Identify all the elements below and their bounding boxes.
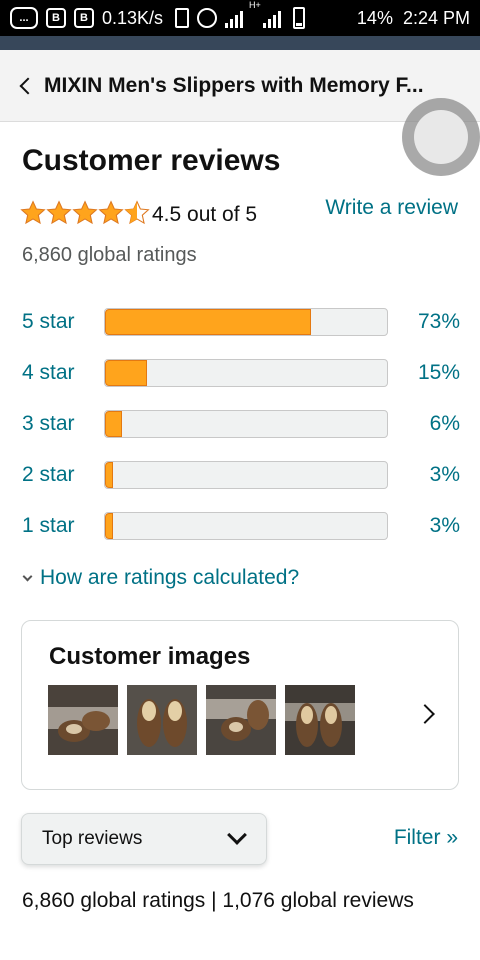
back-chevron-icon[interactable] xyxy=(19,77,37,94)
rating-text: 4.5 out of 5 xyxy=(152,203,258,226)
network-type: H+ xyxy=(249,0,261,10)
histogram-row-4-star[interactable]: 4 star 15% xyxy=(22,358,460,388)
histogram-label[interactable]: 2 star xyxy=(22,463,104,487)
histogram-percent[interactable]: 6% xyxy=(430,412,460,436)
slipper-photo-icon xyxy=(206,685,276,755)
sort-selected-value[interactable]: Top reviews xyxy=(42,828,142,850)
customer-images-thumbnails xyxy=(48,685,355,755)
product-header[interactable]: MIXIN Men's Slippers with Memory F... xyxy=(0,50,480,122)
page-title: Customer reviews xyxy=(22,144,281,177)
how-ratings-calculated-label[interactable]: How are ratings calculated? xyxy=(40,566,299,590)
network-speed: 0.13K/s xyxy=(102,7,164,28)
customer-images-card: Customer images xyxy=(21,620,459,790)
histogram-fill xyxy=(105,411,122,437)
signal-icon-2 xyxy=(262,8,281,28)
histogram-percent[interactable]: 73% xyxy=(418,310,460,334)
chat-notification-icon: ... xyxy=(10,7,38,29)
write-review-link[interactable]: Write a review xyxy=(325,196,458,220)
chevron-down-icon[interactable] xyxy=(227,825,247,845)
star-rating xyxy=(20,200,150,226)
histogram-label[interactable]: 1 star xyxy=(22,514,104,538)
global-ratings-count: 6,860 global ratings xyxy=(22,244,197,266)
slipper-photo-icon xyxy=(48,685,118,755)
star-full-icon xyxy=(46,200,72,225)
clock: 2:24 PM xyxy=(402,7,470,28)
histogram-bar[interactable] xyxy=(104,461,388,489)
histogram-percent[interactable]: 15% xyxy=(418,361,460,385)
histogram-row-1-star[interactable]: 1 star 3% xyxy=(22,511,460,541)
histogram-bar[interactable] xyxy=(104,410,388,438)
histogram-label[interactable]: 4 star xyxy=(22,361,104,385)
chevron-down-icon xyxy=(22,571,33,581)
histogram-bar[interactable] xyxy=(104,359,388,387)
histogram-label[interactable]: 3 star xyxy=(22,412,104,436)
battery-charging-icon xyxy=(292,7,305,29)
slipper-photo-icon xyxy=(285,685,355,755)
histogram-row-2-star[interactable]: 2 star 3% xyxy=(22,460,460,490)
histogram-percent[interactable]: 3% xyxy=(430,514,460,538)
histogram-label[interactable]: 5 star xyxy=(22,310,104,334)
alarm-icon xyxy=(197,8,218,28)
header-accent-bar xyxy=(0,36,480,50)
star-full-icon xyxy=(98,200,124,225)
customer-image-thumbnail[interactable] xyxy=(206,685,276,755)
star-half-icon xyxy=(124,200,150,225)
vibrate-icon xyxy=(175,8,190,28)
chevron-right-icon[interactable] xyxy=(415,704,435,724)
histogram-row-3-star[interactable]: 3 star 6% xyxy=(22,409,460,439)
star-full-icon xyxy=(20,200,46,225)
how-ratings-calculated-link[interactable]: How are ratings calculated? xyxy=(22,566,299,590)
customer-image-thumbnail[interactable] xyxy=(48,685,118,755)
customer-image-thumbnail[interactable] xyxy=(285,685,355,755)
slipper-photo-icon xyxy=(127,685,197,755)
histogram-fill xyxy=(105,513,114,539)
customer-image-thumbnail[interactable] xyxy=(127,685,197,755)
star-full-icon xyxy=(72,200,98,225)
histogram-percent[interactable]: 3% xyxy=(430,463,460,487)
floating-action-button[interactable] xyxy=(402,98,480,176)
battery-percent: 14% xyxy=(356,7,393,28)
coin-notification-icon: B xyxy=(46,8,66,28)
product-title: MIXIN Men's Slippers with Memory F... xyxy=(44,73,424,97)
status-bar: ... B B 0.13K/s H+ 14% 2:24 PM xyxy=(0,0,480,36)
histogram-fill xyxy=(105,360,148,386)
customer-images-title: Customer images xyxy=(49,643,251,670)
coin-notification-icon-2: B xyxy=(74,8,94,28)
ratings-reviews-summary: 6,860 global ratings | 1,076 global revi… xyxy=(22,889,414,912)
histogram-fill xyxy=(105,462,114,488)
histogram-bar[interactable] xyxy=(104,512,388,540)
histogram-bar[interactable] xyxy=(104,308,388,336)
signal-icon xyxy=(225,8,244,28)
histogram-row-5-star[interactable]: 5 star 73% xyxy=(22,307,460,337)
filter-link[interactable]: Filter » xyxy=(394,826,458,850)
sort-reviews-dropdown[interactable]: Top reviews xyxy=(21,813,267,865)
histogram-fill xyxy=(105,309,311,335)
